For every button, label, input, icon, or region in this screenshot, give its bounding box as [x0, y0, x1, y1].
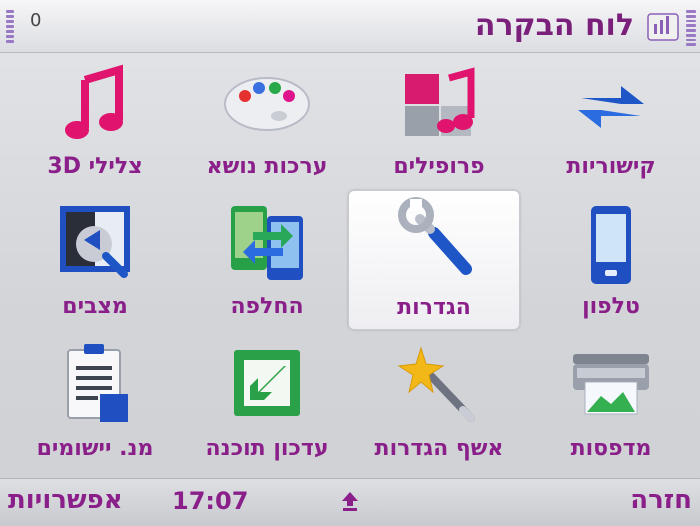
phone-icon — [591, 206, 631, 284]
battery-bars — [6, 10, 14, 44]
settings-wizard-icon — [397, 346, 475, 422]
app-label: צלילי 3D — [47, 154, 143, 179]
app-phone[interactable]: טלפון — [526, 196, 696, 334]
signal-strength-bars — [686, 10, 696, 46]
app-switch[interactable]: החלפה — [182, 196, 352, 334]
printers-icon — [573, 354, 649, 415]
connectivity-icon — [578, 86, 644, 128]
softkey-bar: אפשרויות 17:07 חזרה — [0, 478, 700, 526]
3d-tones-icon — [65, 64, 123, 139]
app-label: מדפסות — [570, 436, 652, 461]
app-modes[interactable]: מצבים — [10, 196, 180, 334]
signal-icon — [647, 13, 679, 41]
app-label: עדכון תוכנה — [205, 436, 329, 461]
switch-icon — [231, 206, 303, 280]
menu-key-icon[interactable] — [338, 489, 362, 513]
app-label: מצבים — [62, 294, 128, 319]
app-label: הגדרות — [397, 295, 471, 320]
status-bar: לוח הבקרה 0 — [0, 0, 700, 53]
app-label: החלפה — [230, 294, 304, 319]
app-manager-icon — [67, 344, 128, 422]
app-printers[interactable]: מדפסות — [526, 338, 696, 476]
app-software-update[interactable]: עדכון תוכנה — [182, 338, 352, 476]
app-connectivity[interactable]: קישוריות — [526, 56, 696, 194]
mode-indicator: 0 — [30, 10, 42, 31]
modes-icon — [60, 206, 130, 278]
app-settings[interactable]: הגדרות — [348, 190, 520, 330]
app-themes[interactable]: ערכות נושא — [182, 56, 352, 194]
back-softkey[interactable]: חזרה — [630, 485, 692, 515]
app-label: ערכות נושא — [206, 154, 328, 179]
app-app-manager[interactable]: מנ. יישומים — [10, 338, 180, 476]
app-grid: קישוריות פרופילים ערכות נושא צלילי 3D טל… — [0, 56, 700, 476]
app-label: מנ. יישומים — [36, 436, 154, 461]
app-label: קישוריות — [566, 154, 656, 179]
app-label: אשף הגדרות — [374, 436, 504, 461]
app-label: פרופילים — [393, 154, 485, 179]
themes-icon — [224, 77, 310, 131]
options-softkey[interactable]: אפשרויות — [8, 485, 123, 515]
app-3d-tones[interactable]: צלילי 3D — [10, 56, 180, 194]
settings-icon — [398, 197, 472, 275]
app-profiles[interactable]: פרופילים — [354, 56, 524, 194]
profiles-icon — [405, 67, 475, 136]
page-title: לוח הבקרה — [474, 8, 634, 43]
app-label: טלפון — [582, 294, 640, 319]
clock: 17:07 — [172, 487, 249, 515]
software-update-icon — [234, 350, 300, 416]
app-settings-wizard[interactable]: אשף הגדרות — [354, 338, 524, 476]
